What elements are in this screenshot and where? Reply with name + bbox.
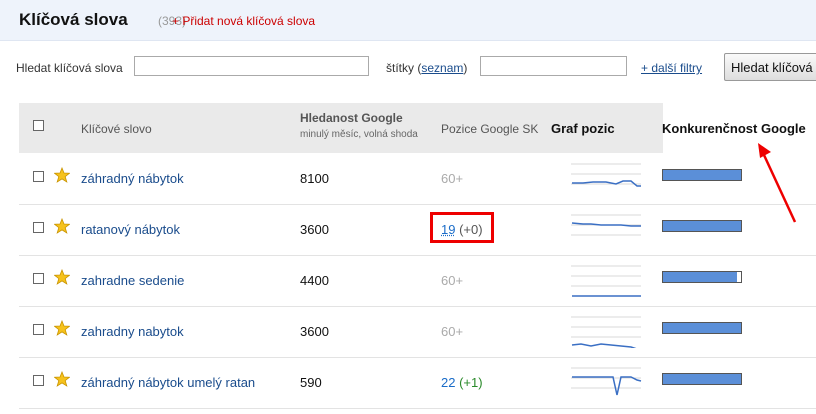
table-row: zahradny nabytok 3600 60+ xyxy=(19,306,816,358)
competition-bar xyxy=(662,169,742,181)
search-volume: 590 xyxy=(300,375,322,390)
col-graph: Graf pozic xyxy=(551,121,615,136)
add-keywords-link[interactable]: + Přidat nová klíčová slova xyxy=(172,14,315,28)
star-icon[interactable] xyxy=(54,320,70,336)
table-row: ratanový nábytok 3600 19 (+0) xyxy=(19,204,816,256)
competition-bar xyxy=(662,220,742,232)
page-title: Klíčová slova xyxy=(19,10,128,29)
tags-list-link[interactable]: seznam xyxy=(421,61,463,75)
position: 22 (+1) xyxy=(441,375,483,390)
keyword-link[interactable]: ratanový nábytok xyxy=(81,222,180,237)
col-volume[interactable]: Hledanost Google xyxy=(300,111,403,125)
search-volume: 3600 xyxy=(300,324,329,339)
position-highlight-box xyxy=(430,212,494,243)
competition-fill xyxy=(663,170,741,180)
competition-fill xyxy=(663,374,741,384)
position-sparkline[interactable] xyxy=(571,367,643,403)
row-checkbox[interactable] xyxy=(33,273,44,284)
keyword-link[interactable]: záhradný nábytok xyxy=(81,171,184,186)
position-sparkline[interactable] xyxy=(571,316,643,348)
row-checkbox[interactable] xyxy=(33,222,44,233)
search-volume: 3600 xyxy=(300,222,329,237)
col-position[interactable]: Pozice Google SK xyxy=(441,122,538,136)
position-value: 60+ xyxy=(441,273,464,288)
position-value: 60+ xyxy=(441,171,464,186)
position-value: 60+ xyxy=(441,324,464,339)
tags-label-text: štítky xyxy=(386,61,415,75)
search-volume: 4400 xyxy=(300,273,329,288)
table-row: záhradný nábytok 8100 60+ xyxy=(19,153,816,205)
page-header: Klíčová slova (393) + Přidat nová klíčov… xyxy=(0,0,816,41)
keyword-search-input[interactable] xyxy=(134,56,369,76)
row-checkbox[interactable] xyxy=(33,375,44,386)
competition-fill xyxy=(663,221,741,231)
col-volume-sub: minulý měsíc, volná shoda xyxy=(300,129,418,140)
star-icon[interactable] xyxy=(54,371,70,387)
keyword-search-label: Hledat klíčová slova xyxy=(16,61,123,75)
search-volume: 8100 xyxy=(300,171,329,186)
position: 60+ xyxy=(441,171,463,186)
row-checkbox[interactable] xyxy=(33,171,44,182)
keyword-link[interactable]: zahradny nabytok xyxy=(81,324,184,339)
more-filters-link[interactable]: + další filtry xyxy=(641,61,702,75)
competition-bar xyxy=(662,322,742,334)
competition-fill xyxy=(663,272,738,282)
position-sparkline[interactable] xyxy=(571,265,643,297)
table-header: Klíčové slovo Hledanost Google minulý mě… xyxy=(19,103,816,153)
tags-label: štítky (seznam) xyxy=(386,61,468,75)
select-all-checkbox[interactable] xyxy=(33,120,44,131)
row-checkbox[interactable] xyxy=(33,324,44,335)
star-icon[interactable] xyxy=(54,269,70,285)
position: 60+ xyxy=(441,324,463,339)
keyword-link[interactable]: zahradne sedenie xyxy=(81,273,184,288)
position-sparkline[interactable] xyxy=(571,214,643,246)
position-sparkline[interactable] xyxy=(571,163,643,195)
tags-input[interactable] xyxy=(480,56,627,76)
col-keyword[interactable]: Klíčové slovo xyxy=(81,122,152,136)
search-keywords-button[interactable]: Hledat klíčová xyxy=(724,53,816,81)
competition-bar xyxy=(662,271,742,283)
table-row: zahradne sedenie 4400 60+ xyxy=(19,255,816,307)
table-row: záhradný nábytok umelý ratan 590 22 (+1) xyxy=(19,357,816,409)
position-change: (+1) xyxy=(459,375,483,390)
competition-fill xyxy=(663,323,741,333)
filter-bar: Hledat klíčová slova štítky (seznam) + d… xyxy=(0,44,816,94)
star-icon[interactable] xyxy=(54,218,70,234)
star-icon[interactable] xyxy=(54,167,70,183)
competition-bar xyxy=(662,373,742,385)
position-value[interactable]: 22 xyxy=(441,375,455,390)
col-competition[interactable]: Konkurenčnost Google xyxy=(662,121,806,136)
keyword-link[interactable]: záhradný nábytok umelý ratan xyxy=(81,375,255,390)
position: 60+ xyxy=(441,273,463,288)
